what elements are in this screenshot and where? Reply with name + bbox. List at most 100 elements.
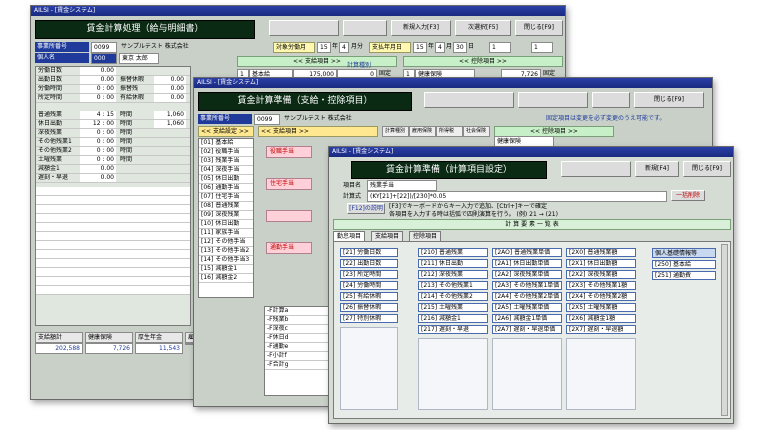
- settings-item[interactable]: [15] 減額金1: [199, 265, 253, 274]
- fixed-items-note: 固定項目は変更を必ず変更のうえ可能です。: [546, 115, 666, 122]
- work-value2[interactable]: 0.00: [154, 76, 186, 84]
- settings-item[interactable]: [09] 深夜残業: [199, 211, 253, 220]
- side-item-base-pay[interactable]: [250] 基本給: [652, 260, 716, 269]
- calc-element[interactable]: [2A6] 減額金1単価: [492, 314, 562, 323]
- calc-element[interactable]: [2X2] 深夜残業額: [566, 270, 636, 279]
- blank-button-3[interactable]: [592, 92, 630, 108]
- calc-element[interactable]: [2AO] 普通残業単価: [492, 248, 562, 257]
- work-value2[interactable]: 0.00: [154, 94, 186, 102]
- settings-item[interactable]: [06] 通勤手当: [199, 184, 253, 193]
- overtime-value[interactable]: 12 : 00: [80, 120, 116, 128]
- next-select-button[interactable]: 次選択[F5]: [455, 20, 511, 36]
- calc-element[interactable]: [215] 土曜残業: [418, 303, 488, 312]
- work-value[interactable]: 0.00: [80, 76, 116, 84]
- person-name[interactable]: 東京 太郎: [119, 53, 159, 64]
- settings-item[interactable]: [02] 役職手当: [199, 148, 253, 157]
- calc-element[interactable]: [2A5] 土曜残業単価: [492, 303, 562, 312]
- blank-button-1[interactable]: [269, 20, 339, 36]
- overtime-value[interactable]: 0 : 00: [80, 138, 116, 146]
- work-value[interactable]: 0 : 00: [80, 94, 116, 102]
- vertical-scrollbar[interactable]: [721, 244, 728, 416]
- close-button[interactable]: 閉じる[F9]: [515, 20, 563, 36]
- calc-element[interactable]: [2X1] 休日出勤額: [566, 259, 636, 268]
- calc-element[interactable]: [2A4] その他残業2単価: [492, 292, 562, 301]
- settings-item[interactable]: [16] 減額金2: [199, 274, 253, 283]
- calc-element[interactable]: [2A2] 深夜残業単価: [492, 270, 562, 279]
- calc-element[interactable]: [2A3] その他残業1単価: [492, 281, 562, 290]
- pay-item-button[interactable]: 住宅手当: [266, 178, 312, 190]
- calc-element[interactable]: [2X7] 遅刻・早退額: [566, 325, 636, 334]
- close-button[interactable]: 閉じる[F9]: [634, 92, 704, 108]
- work-value[interactable]: 0 : 00: [80, 85, 116, 93]
- overtime-value2[interactable]: 1,060: [154, 120, 186, 128]
- calc-element[interactable]: [22] 出勤日数: [340, 259, 398, 268]
- pay-item-button[interactable]: [266, 210, 312, 222]
- blank-button-1[interactable]: [561, 161, 631, 177]
- person-code[interactable]: 000: [91, 53, 117, 64]
- settings-item[interactable]: [12] その他手当: [199, 238, 253, 247]
- work-value[interactable]: 0.00: [80, 67, 116, 75]
- clear-all-button[interactable]: 一括削除: [671, 190, 705, 201]
- pay-item-button[interactable]: 役職手当: [266, 146, 312, 158]
- settings-item[interactable]: [08] 普通残業: [199, 202, 253, 211]
- calc-element[interactable]: [23] 所定時間: [340, 270, 398, 279]
- calc-element[interactable]: [217] 遅刻・早退: [418, 325, 488, 334]
- overtime-value[interactable]: 0 : 00: [80, 147, 116, 155]
- pay-year[interactable]: 15: [413, 42, 427, 53]
- pay-month[interactable]: 4: [435, 42, 445, 53]
- settings-item[interactable]: [03] 残業手当: [199, 157, 253, 166]
- calc-element[interactable]: [211] 休日出勤: [418, 259, 488, 268]
- calc-element[interactable]: [21] 労働日数: [340, 248, 398, 257]
- overtime-value[interactable]: 0 : 00: [80, 129, 116, 137]
- work-value2[interactable]: 0.00: [154, 85, 186, 93]
- help-button[interactable]: [F12]の説明: [347, 203, 385, 214]
- new-button[interactable]: 新規[F4]: [635, 161, 679, 177]
- office-code[interactable]: 0099: [254, 114, 280, 125]
- close-button[interactable]: 閉じる[F9]: [683, 161, 731, 177]
- formula-field[interactable]: (KY[21]+[22])/[230]*0.05: [367, 191, 667, 202]
- calc-element[interactable]: [214] その他残業2: [418, 292, 488, 301]
- overtime-value[interactable]: 0.00: [80, 174, 116, 182]
- overtime-row: その他残業1 0 : 00 時間: [36, 138, 190, 147]
- calc-element[interactable]: [2A7] 遅刻・早退単価: [492, 325, 562, 334]
- calc-element[interactable]: [2X3] その他残業1額: [566, 281, 636, 290]
- blank-button-2[interactable]: [518, 92, 588, 108]
- overtime-value[interactable]: 0.00: [80, 165, 116, 173]
- office-code[interactable]: 0099: [91, 42, 117, 53]
- settings-item[interactable]: [05] 休日出勤: [199, 175, 253, 184]
- calc-element[interactable]: [213] その他残業1: [418, 281, 488, 290]
- calc-element[interactable]: [27] 特別休暇: [340, 314, 398, 323]
- calc-element[interactable]: [25] 有給休暇: [340, 292, 398, 301]
- blank-button-2[interactable]: [343, 20, 387, 36]
- settings-item[interactable]: [01] 基本給: [199, 139, 253, 148]
- select-1[interactable]: 1: [489, 42, 511, 53]
- calc-element[interactable]: [2X0] 普通残業額: [566, 248, 636, 257]
- calc-element[interactable]: [216] 減額金1: [418, 314, 488, 323]
- calc-element[interactable]: [26] 振替休暇: [340, 303, 398, 312]
- overtime-value[interactable]: 4 : 15: [80, 111, 116, 119]
- blank-button-1[interactable]: [424, 92, 514, 108]
- select-2[interactable]: 1: [531, 42, 553, 53]
- pay-item-button[interactable]: 通勤手当: [266, 242, 312, 254]
- overtime-value[interactable]: 0 : 00: [80, 156, 116, 164]
- settings-item[interactable]: [04] 深夜手当: [199, 166, 253, 175]
- overtime-value2[interactable]: 1,060: [154, 111, 186, 119]
- calc-element[interactable]: [2A1] 休日出勤単価: [492, 259, 562, 268]
- pay-day[interactable]: 30: [453, 42, 467, 53]
- calc-element[interactable]: [2X6] 減額金1額: [566, 314, 636, 323]
- calc-element[interactable]: [2X4] その他残業2額: [566, 292, 636, 301]
- item-name-field[interactable]: 残業手当: [367, 180, 437, 191]
- calc-element[interactable]: [24] 労働時間: [340, 281, 398, 290]
- settings-item[interactable]: [10] 休日出勤: [199, 220, 253, 229]
- period-year[interactable]: 15: [317, 42, 331, 53]
- period-month[interactable]: 4: [339, 42, 349, 53]
- settings-item[interactable]: [13] その他手当2: [199, 247, 253, 256]
- settings-item[interactable]: [07] 住宅手当: [199, 193, 253, 202]
- calc-element[interactable]: [2X5] 土曜残業額: [566, 303, 636, 312]
- calc-element[interactable]: [210] 普通残業: [418, 248, 488, 257]
- settings-item[interactable]: [11] 家族手当: [199, 229, 253, 238]
- new-entry-button[interactable]: 新規入力[F3]: [391, 20, 451, 36]
- settings-item[interactable]: [14] その他手当3: [199, 256, 253, 265]
- calc-element[interactable]: [212] 深夜残業: [418, 270, 488, 279]
- side-item-commute[interactable]: [251] 通勤費: [652, 271, 716, 280]
